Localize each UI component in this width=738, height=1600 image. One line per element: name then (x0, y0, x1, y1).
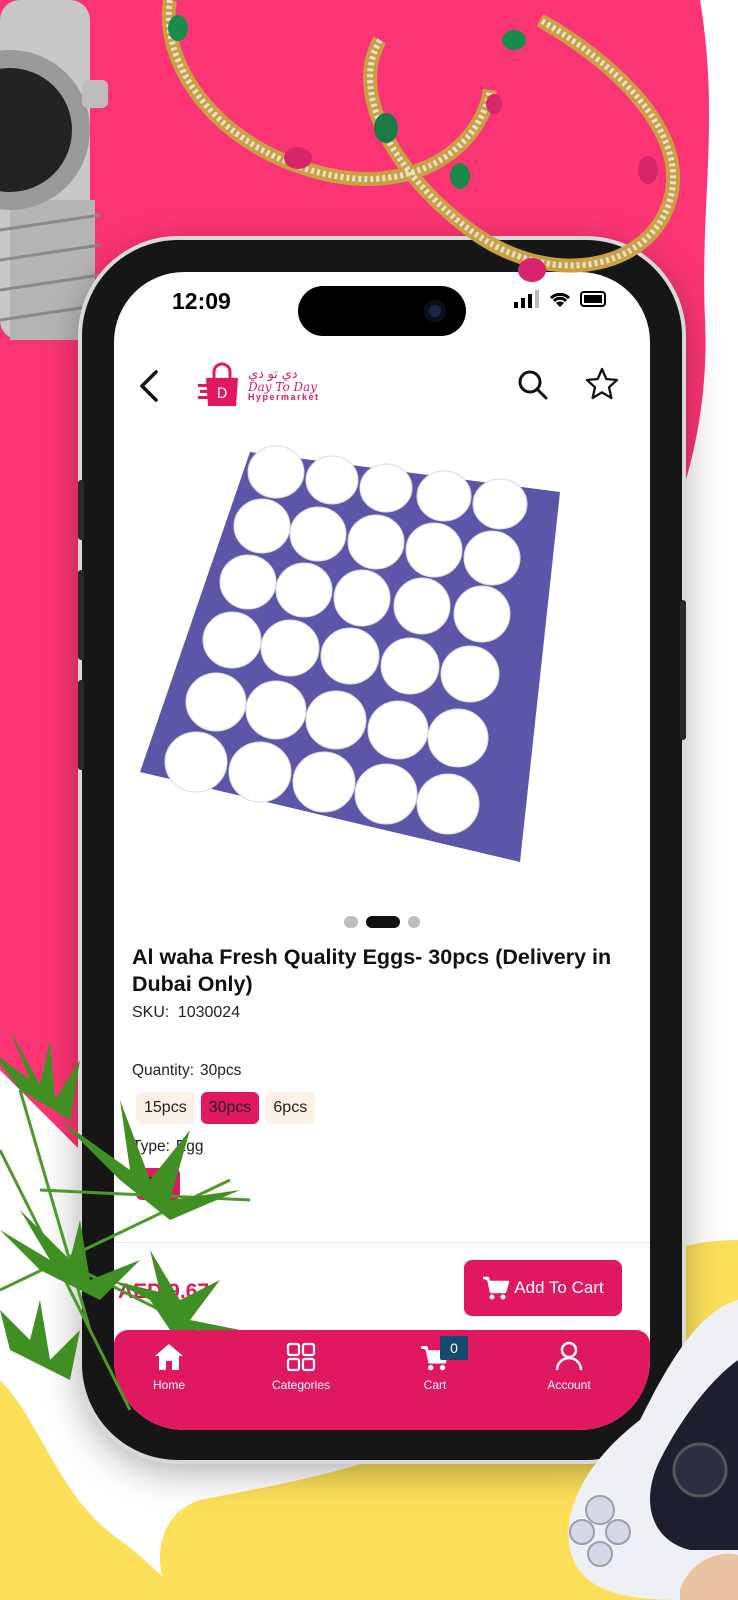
home-icon (155, 1344, 183, 1370)
shopping-bag-logo-icon: D (198, 362, 238, 406)
sku-value: 1030024 (177, 1004, 241, 1021)
product-price: AED 9.67 (118, 1280, 210, 1303)
wifi-icon (549, 292, 571, 307)
logo-subtitle: Hypermarket (248, 392, 320, 403)
quantity-selected-value: 30pcs (200, 1062, 242, 1079)
store-logo[interactable]: D دي تو دي Day To Day Hypermarket (198, 360, 320, 410)
nav-item-categories[interactable]: Categories (246, 1338, 356, 1392)
quantity-options: 15pcs 30pcs 6pcs (136, 1092, 316, 1124)
logo-arabic-text: دي تو دي (248, 366, 298, 382)
star-icon (585, 367, 619, 400)
quantity-option-6pcs[interactable]: 6pcs (265, 1092, 316, 1124)
product-title: Al waha Fresh Quality Eggs- 30pcs (Deliv… (132, 945, 612, 996)
carousel-dot-active[interactable] (366, 916, 400, 928)
sku-label: SKU: (132, 1004, 170, 1021)
search-button[interactable] (516, 368, 550, 402)
product-image[interactable] (140, 442, 570, 862)
carousel-dot[interactable] (344, 916, 358, 928)
phone-side-button (680, 600, 686, 740)
app-header: D دي تو دي Day To Day Hypermarket (114, 352, 650, 422)
quantity-option-15pcs[interactable]: 15pcs (136, 1092, 195, 1124)
signal-icon (514, 290, 539, 308)
grid-icon (286, 1342, 316, 1372)
add-to-cart-button[interactable]: Add To Cart (464, 1260, 622, 1316)
type-label: Type: (132, 1138, 170, 1155)
nav-item-home[interactable]: Home (114, 1338, 224, 1392)
nav-item-cart[interactable]: 0 Cart (380, 1336, 490, 1392)
wishlist-button[interactable] (584, 366, 620, 402)
back-button[interactable] (130, 364, 170, 408)
quantity-label: Quantity: (132, 1062, 195, 1079)
product-sku: SKU: 1030024 (132, 1004, 240, 1022)
chevron-left-icon (140, 370, 158, 402)
status-icons (514, 290, 610, 308)
phone-side-button (78, 480, 84, 540)
phone-screen: 12:09 D دي تو دي Day To Day Hypermarket (114, 272, 650, 1430)
type-option-egg[interactable]: Egg (136, 1168, 181, 1200)
search-icon (518, 370, 548, 400)
status-time: 12:09 (172, 288, 231, 314)
carousel-dot[interactable] (408, 916, 420, 928)
type-options: Egg (136, 1168, 181, 1200)
divider (114, 1242, 650, 1243)
bottom-navigation: Home Categories 0 Cart Account (114, 1330, 650, 1430)
phone-side-button (78, 680, 84, 770)
quantity-option-label: Quantity: 30pcs (132, 1062, 241, 1080)
image-carousel-dots (114, 916, 650, 928)
type-selected-value: Egg (175, 1138, 204, 1155)
type-option-label: Type: Egg (132, 1138, 204, 1156)
nav-label-account: Account (547, 1378, 591, 1392)
svg-text:D: D (217, 386, 228, 402)
phone-side-button (78, 570, 84, 660)
user-icon (555, 1341, 583, 1371)
nav-label-categories: Categories (271, 1378, 331, 1392)
quantity-option-30pcs[interactable]: 30pcs (200, 1092, 260, 1124)
nav-item-account[interactable]: Account (514, 1338, 624, 1392)
cart-icon (483, 1276, 510, 1300)
nav-label-cart: Cart (423, 1378, 447, 1392)
battery-icon (580, 291, 606, 307)
dynamic-island (298, 286, 466, 336)
add-to-cart-label: Add To Cart (514, 1278, 604, 1297)
nav-label-home: Home (152, 1378, 185, 1392)
cart-count-badge: 0 (440, 1336, 468, 1360)
